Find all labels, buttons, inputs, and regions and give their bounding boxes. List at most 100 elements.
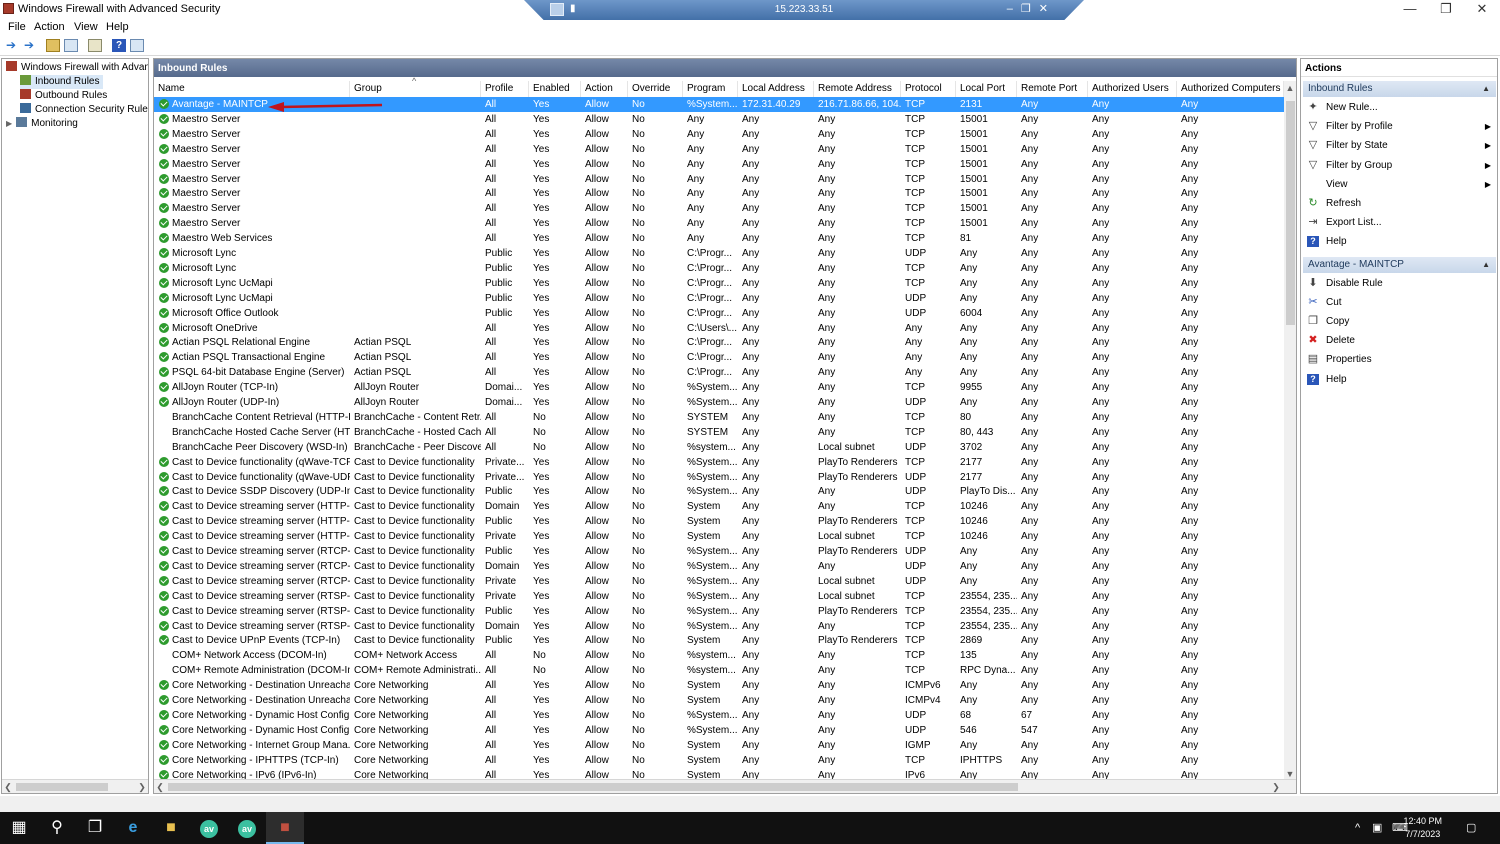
table-row[interactable]: Microsoft Lync Public Yes Allow No C:\Progr..… bbox=[154, 246, 1284, 261]
action-filter-by-group[interactable]: ▽ Filter by Group ▶ bbox=[1307, 157, 1493, 174]
table-row[interactable]: Maestro Server All Yes Allow No Any Any Any TCP 1… bbox=[154, 112, 1284, 127]
clock[interactable]: 12:40 PM 7/7/2023 bbox=[1403, 815, 1442, 841]
action-help[interactable]: ? Help bbox=[1307, 233, 1493, 250]
tree-item-monitoring[interactable]: ▶ Monitoring bbox=[6, 117, 78, 131]
table-row[interactable]: Cast to Device SSDP Discovery (UDP-In) Ca… bbox=[154, 484, 1284, 499]
table-row[interactable]: Core Networking - IPHTTPS (TCP-In) Core N… bbox=[154, 753, 1284, 768]
actions-section-header[interactable]: Avantage - MAINTCP ▲ bbox=[1303, 256, 1496, 273]
table-row[interactable]: Cast to Device UPnP Events (TCP-In) Cast … bbox=[154, 633, 1284, 648]
action-delete[interactable]: ✖ Delete bbox=[1307, 332, 1493, 349]
tree-item-root[interactable]: Windows Firewall with Advanced Security bbox=[6, 61, 148, 75]
show-hide-tree-icon[interactable] bbox=[64, 39, 78, 52]
help-icon[interactable]: ? bbox=[112, 39, 126, 52]
table-row[interactable]: COM+ Network Access (DCOM-In) COM+ Networ… bbox=[154, 648, 1284, 663]
remote-window-controls[interactable]: –❐✕ bbox=[1007, 2, 1056, 15]
action-filter-by-profile[interactable]: ▽ Filter by Profile ▶ bbox=[1307, 118, 1493, 135]
file-explorer-icon[interactable]: ■ bbox=[152, 812, 190, 844]
table-row[interactable]: Core Networking - Internet Group Mana...… bbox=[154, 738, 1284, 753]
table-row[interactable]: Actian PSQL Relational Engine Actian PSQL… bbox=[154, 335, 1284, 350]
table-row[interactable]: Microsoft Lync UcMapi Public Yes Allow No C:\… bbox=[154, 276, 1284, 291]
scroll-up-icon[interactable]: ▲ bbox=[1284, 81, 1296, 95]
table-row[interactable]: Cast to Device streaming server (RTSP-St… bbox=[154, 619, 1284, 634]
collapse-icon[interactable]: ▲ bbox=[1482, 257, 1490, 273]
scroll-left-icon[interactable]: ❮ bbox=[2, 780, 14, 793]
start-button[interactable]: ▦ bbox=[0, 812, 38, 844]
back-icon[interactable]: ➔ bbox=[4, 39, 18, 52]
column-header-override[interactable]: Override bbox=[628, 81, 683, 97]
table-row[interactable]: Maestro Server All Yes Allow No Any Any Any TCP 1… bbox=[154, 142, 1284, 157]
table-row[interactable]: Maestro Server All Yes Allow No Any Any Any TCP 1… bbox=[154, 172, 1284, 187]
table-row[interactable]: Maestro Web Services All Yes Allow No Any Any A… bbox=[154, 231, 1284, 246]
column-header-local-port[interactable]: Local Port bbox=[956, 81, 1017, 97]
table-row[interactable]: Core Networking - Destination Unreacha..… bbox=[154, 678, 1284, 693]
table-row[interactable]: Maestro Server All Yes Allow No Any Any Any TCP 1… bbox=[154, 216, 1284, 231]
table-row[interactable]: Core Networking - Destination Unreacha..… bbox=[154, 693, 1284, 708]
table-row[interactable]: Microsoft Office Outlook Public Yes Allow No… bbox=[154, 306, 1284, 321]
tree-item-outbound-rules[interactable]: Outbound Rules bbox=[20, 89, 107, 103]
table-row[interactable]: Cast to Device streaming server (HTTP-St… bbox=[154, 529, 1284, 544]
internet-explorer-icon[interactable]: e bbox=[114, 812, 152, 844]
column-header-authorized-computers[interactable]: Authorized Computers bbox=[1177, 81, 1284, 97]
search-icon[interactable]: ⚲ bbox=[38, 812, 76, 844]
menu-file[interactable]: File bbox=[8, 21, 26, 33]
tray-chevron-icon[interactable]: ^ bbox=[1355, 812, 1360, 844]
tree-item-inbound-rules[interactable]: Inbound Rules bbox=[20, 75, 103, 89]
scroll-thumb[interactable] bbox=[16, 783, 108, 791]
column-header-enabled[interactable]: Enabled bbox=[529, 81, 581, 97]
table-row[interactable]: Cast to Device streaming server (HTTP-St… bbox=[154, 514, 1284, 529]
table-row[interactable]: Cast to Device streaming server (RTCP-St… bbox=[154, 544, 1284, 559]
column-header-local-address[interactable]: Local Address bbox=[738, 81, 814, 97]
table-row[interactable]: BranchCache Content Retrieval (HTTP-In) B… bbox=[154, 410, 1284, 425]
notifications-icon[interactable]: ▢ bbox=[1466, 812, 1476, 844]
table-row[interactable]: Microsoft Lync UcMapi Public Yes Allow No C:\… bbox=[154, 291, 1284, 306]
table-row[interactable]: BranchCache Peer Discovery (WSD-In) Branc… bbox=[154, 440, 1284, 455]
table-row[interactable]: Microsoft OneDrive All Yes Allow No C:\Users\… bbox=[154, 321, 1284, 336]
table-row[interactable]: AllJoyn Router (UDP-In) AllJoyn Router Dom… bbox=[154, 395, 1284, 410]
table-row[interactable]: Core Networking - Dynamic Host Config...… bbox=[154, 723, 1284, 738]
actions-section-header[interactable]: Inbound Rules ▲ bbox=[1303, 81, 1496, 97]
column-header-remote-address[interactable]: Remote Address bbox=[814, 81, 901, 97]
column-header-authorized-users[interactable]: Authorized Users bbox=[1088, 81, 1177, 97]
column-header-action[interactable]: Action bbox=[581, 81, 628, 97]
export-list-icon[interactable] bbox=[88, 39, 102, 52]
forward-icon[interactable]: ➔ bbox=[22, 39, 36, 52]
table-horizontal-scrollbar[interactable]: ❮ ❯ bbox=[154, 779, 1296, 793]
scroll-left-icon[interactable]: ❮ bbox=[154, 780, 166, 793]
table-row[interactable]: AllJoyn Router (TCP-In) AllJoyn Router Dom… bbox=[154, 380, 1284, 395]
firewall-taskbar-icon[interactable]: ■ bbox=[266, 812, 304, 844]
action-new-rule[interactable]: ✦ New Rule... bbox=[1307, 99, 1493, 116]
action-refresh[interactable]: ↻ Refresh bbox=[1307, 195, 1493, 212]
action-export-list[interactable]: ⇥ Export List... bbox=[1307, 214, 1493, 231]
action-disable-rule[interactable]: ⬇ Disable Rule bbox=[1307, 275, 1493, 292]
table-row[interactable]: Maestro Server All Yes Allow No Any Any Any TCP 1… bbox=[154, 201, 1284, 216]
action-filter-by-state[interactable]: ▽ Filter by State ▶ bbox=[1307, 137, 1493, 154]
collapse-icon[interactable]: ▲ bbox=[1482, 81, 1490, 97]
table-row[interactable]: Cast to Device streaming server (RTCP-St… bbox=[154, 559, 1284, 574]
expand-icon[interactable]: ▶ bbox=[6, 119, 12, 128]
menu-view[interactable]: View bbox=[74, 21, 98, 33]
scroll-right-icon[interactable]: ❯ bbox=[136, 780, 148, 793]
column-header-remote-port[interactable]: Remote Port bbox=[1017, 81, 1088, 97]
table-row[interactable]: Microsoft Lync Public Yes Allow No C:\Progr..… bbox=[154, 261, 1284, 276]
table-row[interactable]: Maestro Server All Yes Allow No Any Any Any TCP 1… bbox=[154, 127, 1284, 142]
column-header-protocol[interactable]: Protocol bbox=[901, 81, 956, 97]
menu-help[interactable]: Help bbox=[106, 21, 129, 33]
table-row[interactable]: Maestro Server All Yes Allow No Any Any Any TCP 1… bbox=[154, 186, 1284, 201]
action-cut[interactable]: ✂ Cut bbox=[1307, 294, 1493, 311]
action-view[interactable]: View ▶ bbox=[1307, 176, 1493, 193]
table-row[interactable]: Cast to Device functionality (qWave-UDP.… bbox=[154, 470, 1284, 485]
tree-item-connection-security-rules[interactable]: Connection Security Rules bbox=[20, 103, 148, 117]
column-header-program[interactable]: Program bbox=[683, 81, 738, 97]
close-button[interactable]: ✕ bbox=[1464, 0, 1500, 18]
table-row[interactable]: Cast to Device streaming server (RTCP-St… bbox=[154, 574, 1284, 589]
action-properties[interactable]: ▤ Properties bbox=[1307, 351, 1493, 368]
table-row[interactable]: BranchCache Hosted Cache Server (HTT... B… bbox=[154, 425, 1284, 440]
minimize-button[interactable]: — bbox=[1392, 0, 1428, 18]
table-row[interactable]: Cast to Device streaming server (HTTP-St… bbox=[154, 499, 1284, 514]
table-vertical-scrollbar[interactable]: ▲ ▼ bbox=[1284, 81, 1296, 781]
table-row[interactable]: Cast to Device streaming server (RTSP-St… bbox=[154, 604, 1284, 619]
table-row[interactable]: Cast to Device streaming server (RTSP-St… bbox=[154, 589, 1284, 604]
column-header-name[interactable]: Name bbox=[154, 81, 350, 97]
scroll-thumb[interactable] bbox=[168, 783, 1018, 791]
menu-action[interactable]: Action bbox=[34, 21, 65, 33]
